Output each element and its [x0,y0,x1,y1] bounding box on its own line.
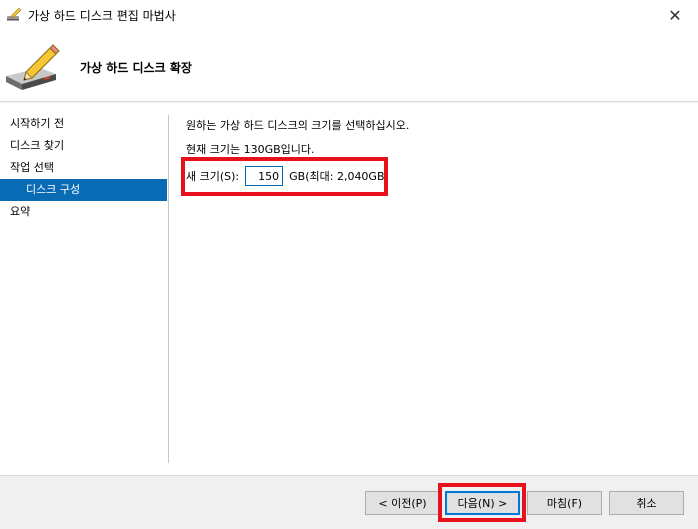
size-highlight-box [181,157,388,196]
current-size-text: 현재 크기는 130GB입니다. [186,143,315,156]
finish-button[interactable]: 마침(F) [527,491,602,515]
step-before-you-begin[interactable]: 시작하기 전 [0,113,167,135]
wizard-window: 가상 하드 디스크 편집 마법사 ✕ 가상 하드 디스크 확장 시작하기 전 디… [0,0,698,529]
close-button[interactable]: ✕ [652,0,698,30]
back-button[interactable]: < 이전(P) [365,491,440,515]
title-bar: 가상 하드 디스크 편집 마법사 ✕ [0,0,698,30]
step-navigation: 시작하기 전 디스크 찾기 작업 선택 디스크 구성 요약 [0,113,167,223]
step-label: 작업 선택 [10,161,54,174]
next-highlight-box [438,483,526,522]
window-title: 가상 하드 디스크 편집 마법사 [28,9,176,23]
step-configure-disk[interactable]: 디스크 구성 [0,179,167,201]
step-label: 시작하기 전 [10,117,65,130]
disk-pencil-icon [6,44,60,90]
step-label: 디스크 구성 [26,183,81,196]
nav-divider [168,115,169,463]
disk-edit-icon [7,7,22,21]
step-summary[interactable]: 요약 [0,201,167,223]
step-label: 디스크 찾기 [10,139,65,152]
step-label: 요약 [10,205,31,218]
page-title: 가상 하드 디스크 확장 [80,61,192,75]
step-choose-action[interactable]: 작업 선택 [0,157,167,179]
content-panel: 원하는 가상 하드 디스크의 크기를 선택하십시오. 현재 크기는 130GB입… [186,117,410,186]
cancel-button[interactable]: 취소 [609,491,684,515]
wizard-header: 가상 하드 디스크 확장 [0,30,698,102]
step-locate-disk[interactable]: 디스크 찾기 [0,135,167,157]
close-icon: ✕ [668,5,682,25]
instruction-text: 원하는 가상 하드 디스크의 크기를 선택하십시오. [186,119,410,132]
button-bar: < 이전(P) 다음(N) > 마침(F) 취소 [0,475,698,529]
